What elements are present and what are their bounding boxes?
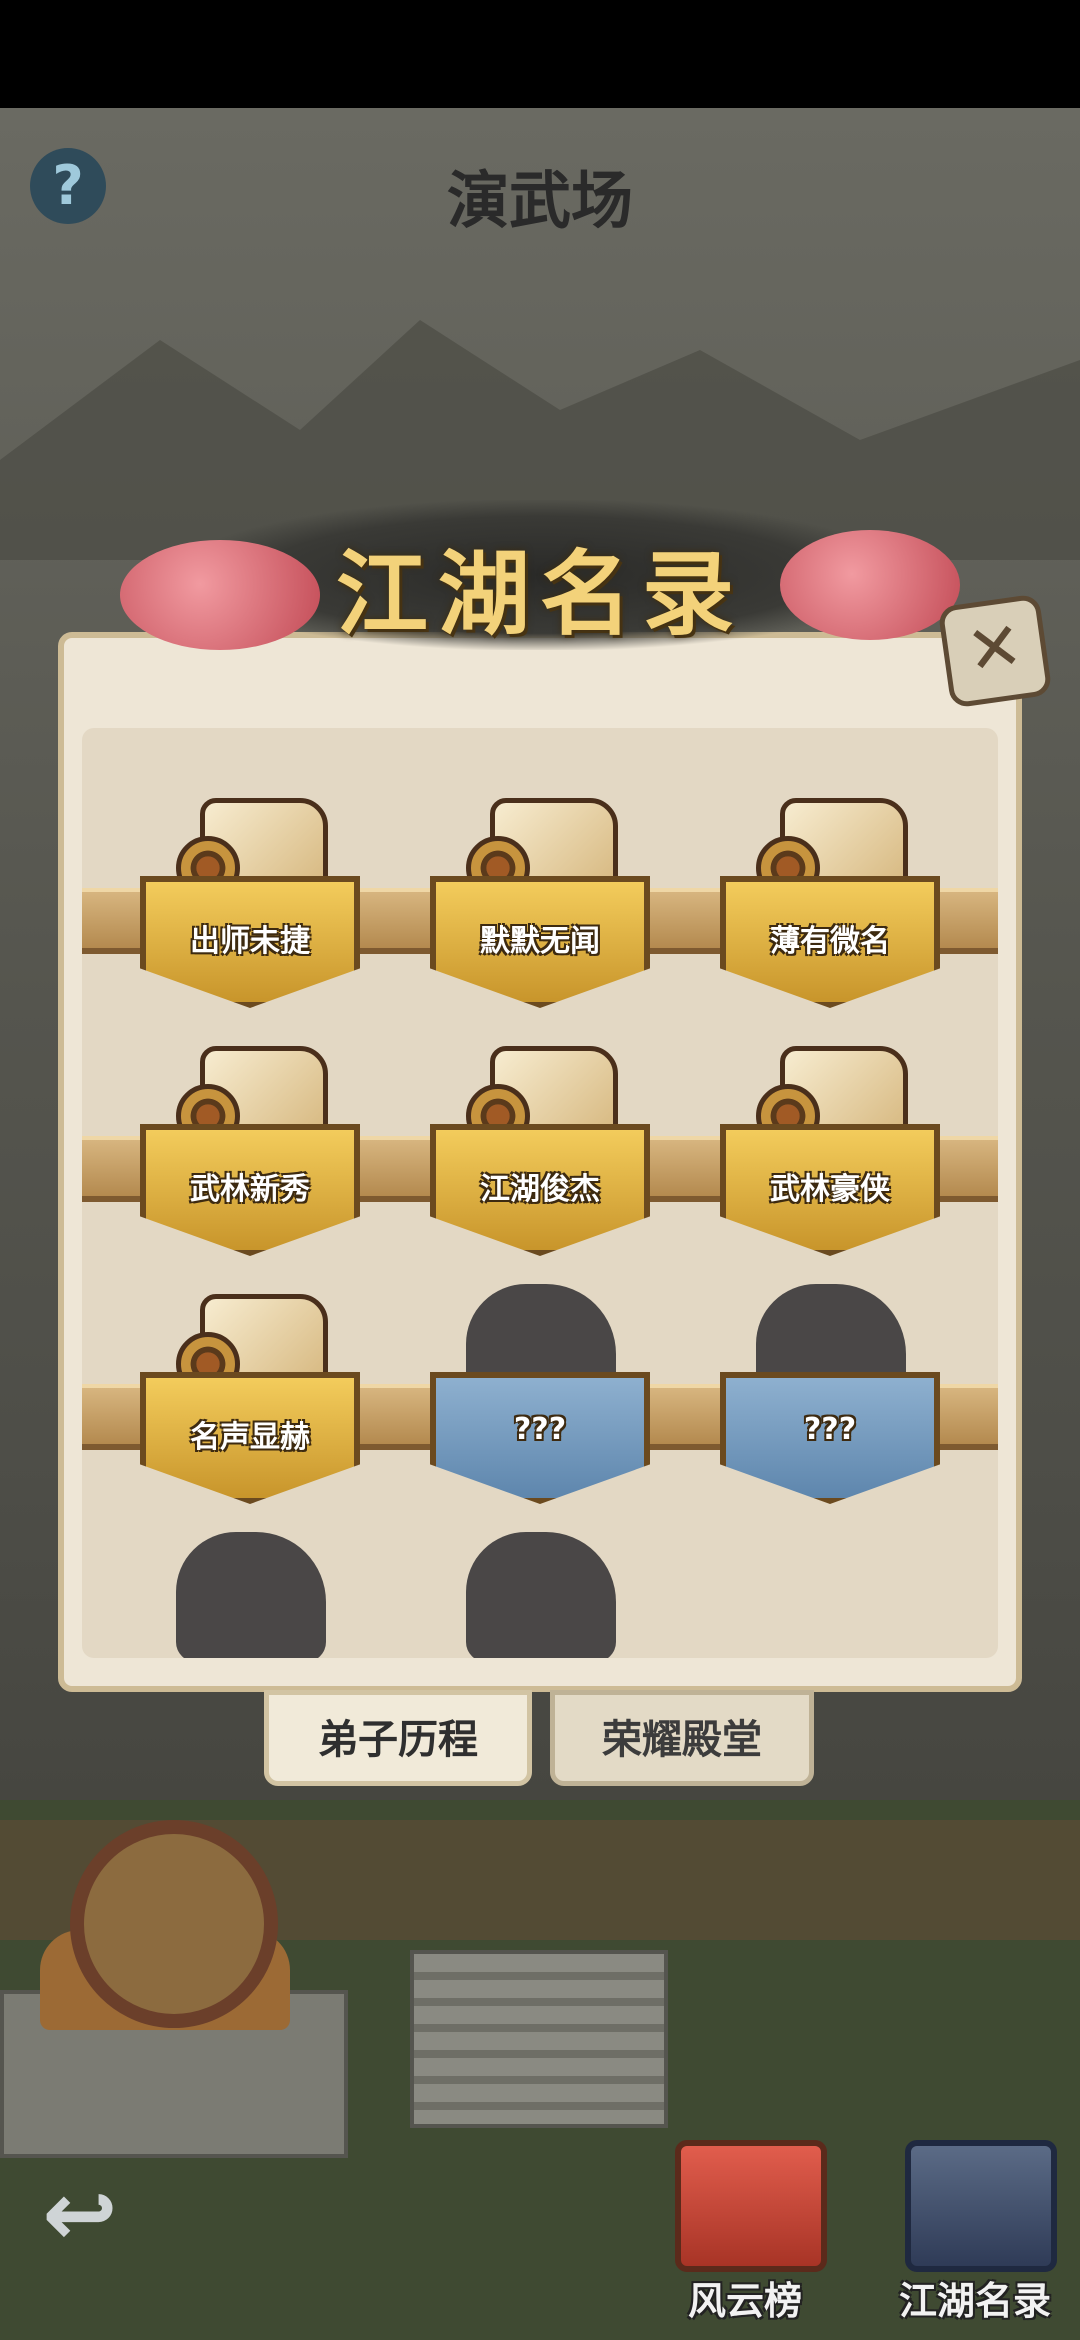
ranking-button-label: 风云榜: [687, 2279, 802, 2323]
record-label: 默默无闻: [480, 924, 600, 959]
locked-silhouette-icon: [466, 1532, 616, 1658]
tab-disciple-journey[interactable]: 弟子历程: [264, 1690, 532, 1786]
book-icon: [905, 2140, 1057, 2272]
records-dialog: 出师未捷 默默无闻 薄有微名 武林新秀 江湖俊杰 武林豪侠 名声显赫 ??? ?…: [58, 632, 1022, 1692]
record-label: 武林豪侠: [770, 1172, 890, 1207]
drum: [70, 1820, 278, 2028]
tab-hall-of-glory[interactable]: 荣耀殿堂: [550, 1690, 814, 1786]
record-item-4[interactable]: 武林新秀: [140, 1036, 360, 1296]
stone-stairs: [410, 1950, 668, 2128]
records-grid: 出师未捷 默默无闻 薄有微名 武林新秀 江湖俊杰 武林豪侠 名声显赫 ??? ?…: [82, 728, 998, 1658]
ranking-button[interactable]: 风云榜: [650, 2140, 840, 2340]
record-item-locked-1[interactable]: ???: [430, 1284, 650, 1544]
ranking-scroll-icon: [675, 2140, 827, 2272]
record-label: 名声显赫: [190, 1420, 310, 1455]
record-item-locked-2[interactable]: ???: [720, 1284, 940, 1544]
page-title: 演武场: [446, 164, 633, 237]
record-label: 薄有微名: [770, 924, 890, 959]
record-item-locked-partial-1[interactable]: [140, 1532, 360, 1658]
record-label: 江湖俊杰: [480, 1172, 600, 1207]
locked-silhouette-icon: [176, 1532, 326, 1658]
record-item-3[interactable]: 薄有微名: [720, 788, 940, 1048]
dialog-banner: 江湖名录: [60, 470, 1020, 680]
close-icon[interactable]: ✕: [937, 593, 1053, 709]
record-label: 武林新秀: [190, 1172, 310, 1207]
record-item-1[interactable]: 出师未捷: [140, 788, 360, 1048]
record-item-6[interactable]: 武林豪侠: [720, 1036, 940, 1296]
status-bar: [0, 0, 1080, 108]
record-item-5[interactable]: 江湖俊杰: [430, 1036, 650, 1296]
record-item-locked-partial-2[interactable]: [430, 1532, 650, 1658]
back-arrow-icon[interactable]: ↩: [20, 2170, 140, 2260]
record-item-2[interactable]: 默默无闻: [430, 788, 650, 1048]
record-label: 出师未捷: [190, 924, 310, 959]
jianghu-records-button[interactable]: 江湖名录: [880, 2140, 1070, 2340]
record-label: ???: [513, 1412, 567, 1447]
jianghu-records-label: 江湖名录: [898, 2279, 1051, 2323]
record-item-7[interactable]: 名声显赫: [140, 1284, 360, 1544]
dialog-title: 江湖名录: [335, 540, 744, 648]
help-icon[interactable]: ?: [30, 148, 106, 224]
record-label: ???: [803, 1412, 857, 1447]
